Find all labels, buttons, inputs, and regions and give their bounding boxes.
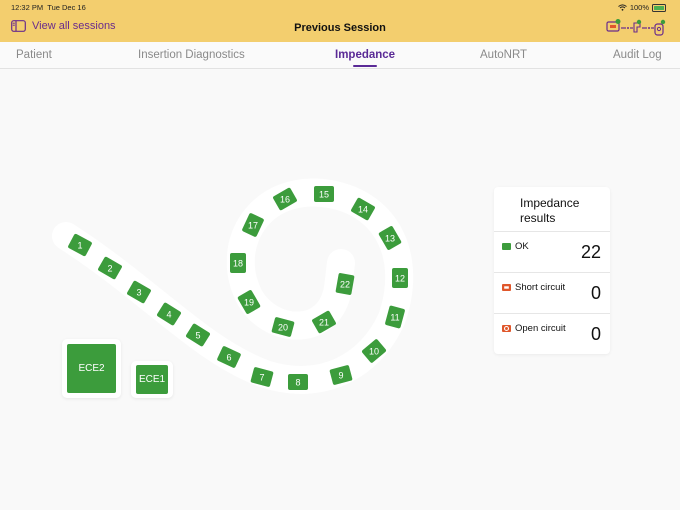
electrode-label: 2 <box>107 263 112 273</box>
ece1-label: ECE1 <box>138 374 166 385</box>
electrode-label: 4 <box>166 309 171 319</box>
electrode-8[interactable]: 8 <box>288 374 308 390</box>
status-date-text: Tue Dec 16 <box>47 3 86 12</box>
ece2-electrode: ECE2 <box>67 344 116 393</box>
result-row-short-circuit: Short circuit 0 <box>494 272 610 314</box>
result-value-short-circuit: 0 <box>590 283 601 303</box>
ece1-electrode: ECE1 <box>136 365 168 394</box>
result-value-ok: 22 <box>580 242 601 262</box>
app-header: 12:32 PM Tue Dec 16 100% View all sessio… <box>0 0 680 42</box>
electrode-label: 10 <box>369 346 379 356</box>
electrode-label: 7 <box>259 372 264 382</box>
impedance-results-panel: Impedance results OK 22 Short circuit 0 … <box>494 187 610 354</box>
electrode-label: 15 <box>319 189 329 199</box>
page-title: Previous Session <box>294 22 386 34</box>
electrode-label: 21 <box>319 317 329 327</box>
wifi-icon <box>617 4 627 11</box>
electrode-15[interactable]: 15 <box>314 186 334 202</box>
battery-percent: 100% <box>629 3 649 12</box>
tab-autonrt[interactable]: AutoNRT <box>480 49 527 61</box>
tab-patient[interactable]: Patient <box>16 49 52 61</box>
results-title: Impedance results <box>520 196 580 225</box>
result-row-open-circuit: Open circuit 0 <box>494 313 610 355</box>
result-label-ok: OK <box>515 241 529 252</box>
electrode-label: 22 <box>340 279 350 289</box>
electrode-label: 5 <box>195 330 200 340</box>
ece1-electrode-card[interactable]: ECE1 <box>131 361 173 398</box>
electrode-22[interactable]: 22 <box>335 273 355 295</box>
short-circuit-icon <box>502 284 511 291</box>
ece2-electrode-card[interactable]: ECE2 <box>62 339 121 398</box>
electrode-label: 11 <box>390 312 399 322</box>
status-indicators: 100% <box>617 3 666 12</box>
status-time-text: 12:32 PM <box>11 3 44 12</box>
electrode-label: 6 <box>226 352 231 362</box>
ece2-label: ECE2 <box>78 363 105 374</box>
electrode-label: 12 <box>395 273 405 283</box>
tab-insertion-diagnostics[interactable]: Insertion Diagnostics <box>138 49 245 61</box>
electrode-label: 16 <box>280 194 290 204</box>
electrode-label: 1 <box>77 240 82 250</box>
result-label-short-circuit: Short circuit <box>515 282 566 293</box>
result-row-ok: OK 22 <box>494 231 610 273</box>
tab-impedance[interactable]: Impedance <box>335 49 395 61</box>
electrode-label: 9 <box>338 370 343 380</box>
ok-square-icon <box>502 243 511 250</box>
electrode-label: 20 <box>278 322 288 332</box>
result-label-open-circuit: Open circuit <box>515 323 566 334</box>
status-time: 12:32 PM Tue Dec 16 <box>11 3 86 12</box>
electrode-label: 13 <box>385 233 395 243</box>
electrode-label: 17 <box>248 220 258 230</box>
electrode-label: 3 <box>136 287 141 297</box>
device-connection-status[interactable] <box>606 19 668 37</box>
electrode-label: 14 <box>358 204 368 214</box>
electrode-label: 8 <box>295 377 300 387</box>
electrode-12[interactable]: 12 <box>392 268 408 288</box>
electrode-label: 18 <box>233 258 243 268</box>
device-connection-icon <box>606 19 666 36</box>
result-value-open-circuit: 0 <box>590 324 601 344</box>
active-tab-indicator <box>353 65 377 67</box>
tab-audit-log[interactable]: Audit Log <box>613 49 662 61</box>
battery-icon <box>652 3 666 12</box>
electrode-18[interactable]: 18 <box>230 253 246 273</box>
open-circuit-icon <box>502 325 511 332</box>
electrode-label: 19 <box>244 297 254 307</box>
tab-bar: Patient Insertion Diagnostics Impedance … <box>0 42 680 69</box>
